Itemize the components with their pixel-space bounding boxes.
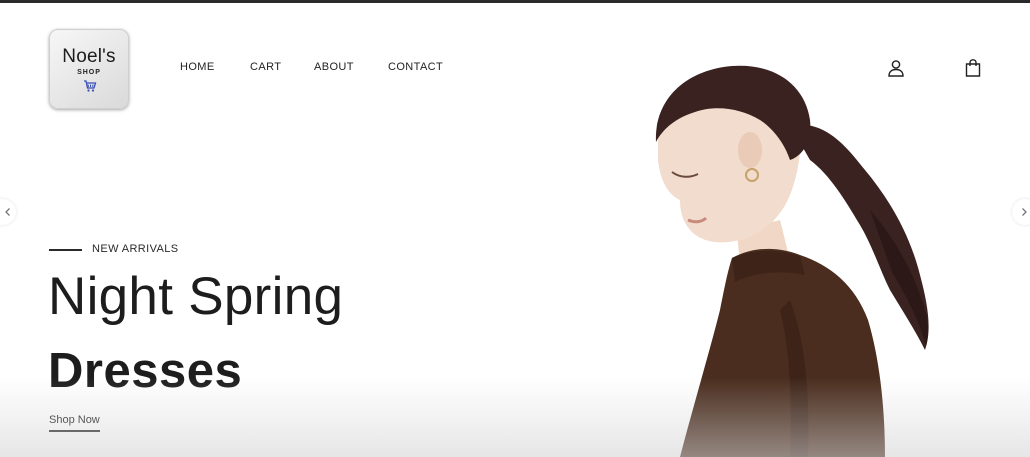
nav-item-cart[interactable]: CART	[250, 61, 281, 73]
model-photo	[655, 65, 929, 457]
logo-title: Noel's	[62, 46, 116, 67]
cart-icon	[84, 80, 97, 92]
shopping-bag-icon	[965, 59, 981, 77]
nav-item-about[interactable]: ABOUT	[314, 61, 354, 73]
shop-now-link[interactable]: Shop Now	[49, 414, 100, 432]
hero-headline-bold: Dresses	[48, 344, 243, 398]
top-border	[0, 0, 1030, 3]
hero-headline-light: Night Spring	[48, 267, 344, 326]
chevron-left-icon	[5, 208, 10, 216]
kicker-line	[49, 249, 82, 251]
carousel-next-button[interactable]	[1012, 199, 1030, 225]
nav-item-contact[interactable]: CONTACT	[388, 61, 443, 73]
shop-logo[interactable]: Noel's SHOP	[49, 29, 129, 109]
page: Noel's SHOP HOME CART ABOUT CONTACT NEW …	[0, 0, 1030, 457]
kicker-text: NEW ARRIVALS	[92, 243, 179, 255]
logo-subtitle: SHOP	[77, 69, 101, 76]
carousel-prev-button[interactable]	[0, 199, 16, 225]
bag-button[interactable]	[963, 58, 983, 78]
chevron-right-icon	[1022, 208, 1027, 216]
nav-item-home[interactable]: HOME	[180, 61, 215, 73]
